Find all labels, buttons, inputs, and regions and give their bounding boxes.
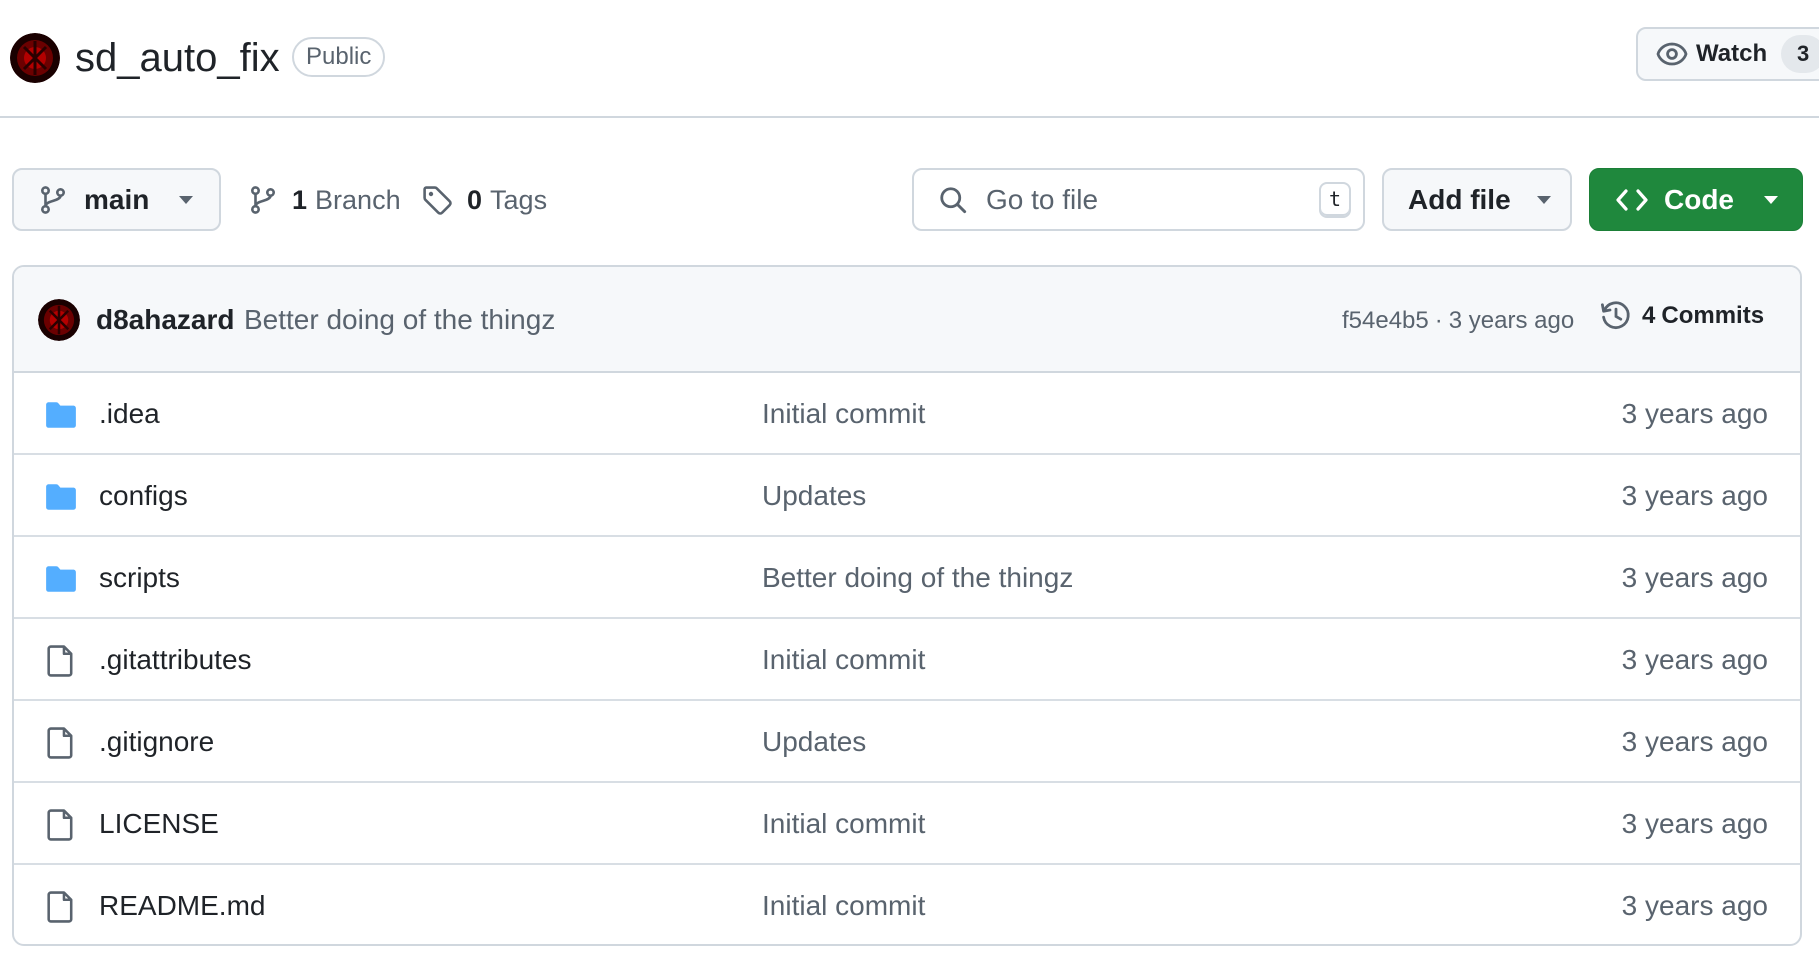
caret-down-icon bbox=[1762, 194, 1780, 206]
owner-avatar-icon bbox=[10, 33, 60, 83]
commits-link[interactable]: 4 Commits bbox=[1600, 300, 1764, 332]
commit-author[interactable]: d8ahazard bbox=[96, 303, 235, 337]
code-icon bbox=[1616, 186, 1648, 214]
commit-message[interactable]: Better doing of the thingz bbox=[244, 303, 555, 337]
folder-icon bbox=[44, 398, 78, 432]
git-branch-icon bbox=[248, 185, 278, 215]
owner-avatar[interactable] bbox=[10, 33, 60, 83]
file-row[interactable]: .gitignore Updates 3 years ago bbox=[14, 701, 1800, 783]
watch-label: Watch bbox=[1696, 40, 1768, 67]
folder-icon bbox=[44, 480, 78, 514]
branch-count: 1 bbox=[292, 184, 308, 215]
branch-label: main bbox=[84, 183, 150, 215]
branch-word: Branch bbox=[315, 184, 401, 215]
branch-selector[interactable]: main bbox=[12, 168, 221, 231]
visibility-badge: Public bbox=[292, 37, 386, 77]
file-name[interactable]: scripts bbox=[99, 561, 180, 595]
file-name[interactable]: configs bbox=[99, 479, 188, 513]
commits-word: Commits bbox=[1661, 302, 1765, 329]
go-to-file-input[interactable]: Go to file t bbox=[912, 168, 1365, 231]
file-icon bbox=[44, 890, 78, 924]
code-label: Code bbox=[1664, 183, 1734, 215]
repo-header: sd_auto_fix Public Watch 3 bbox=[0, 0, 1819, 118]
file-row[interactable]: README.md Initial commit 3 years ago bbox=[14, 865, 1800, 944]
file-icon bbox=[44, 644, 78, 678]
file-commit-message[interactable]: Better doing of the thingz bbox=[762, 561, 1073, 595]
file-row[interactable]: LICENSE Initial commit 3 years ago bbox=[14, 783, 1800, 865]
file-name[interactable]: README.md bbox=[99, 889, 265, 923]
tag-icon bbox=[421, 184, 453, 216]
file-icon bbox=[44, 808, 78, 842]
file-date: 3 years ago bbox=[1621, 726, 1768, 757]
file-row[interactable]: scripts Better doing of the thingz 3 yea… bbox=[14, 537, 1800, 619]
watch-button[interactable]: Watch 3 bbox=[1636, 27, 1819, 81]
tag-count: 0 bbox=[467, 184, 483, 215]
add-file-button[interactable]: Add file bbox=[1382, 168, 1572, 231]
commit-sha[interactable]: f54e4b5 bbox=[1342, 307, 1429, 334]
watch-count: 3 bbox=[1781, 35, 1819, 73]
file-date: 3 years ago bbox=[1621, 562, 1768, 593]
file-name[interactable]: .idea bbox=[99, 397, 160, 431]
tag-word: Tags bbox=[490, 184, 548, 215]
file-commit-message[interactable]: Updates bbox=[762, 725, 866, 759]
file-date: 3 years ago bbox=[1621, 644, 1768, 675]
history-icon bbox=[1600, 300, 1632, 332]
file-table: d8ahazard Better doing of the thingz f54… bbox=[12, 265, 1802, 946]
caret-down-icon bbox=[1535, 194, 1553, 206]
file-name[interactable]: .gitattributes bbox=[99, 643, 252, 677]
file-commit-message[interactable]: Initial commit bbox=[762, 889, 925, 923]
latest-commit-bar: d8ahazard Better doing of the thingz f54… bbox=[14, 267, 1800, 373]
file-name[interactable]: LICENSE bbox=[99, 807, 219, 841]
tags-link[interactable]: 0 Tags bbox=[421, 180, 547, 220]
commit-meta: f54e4b5 · 3 years ago bbox=[1342, 305, 1574, 337]
file-icon bbox=[44, 726, 78, 760]
file-name[interactable]: .gitignore bbox=[99, 725, 214, 759]
search-icon bbox=[938, 185, 968, 215]
author-avatar[interactable] bbox=[38, 299, 80, 341]
repo-name[interactable]: sd_auto_fix bbox=[75, 32, 280, 84]
shortcut-key: t bbox=[1319, 181, 1351, 218]
commit-separator: · bbox=[1434, 307, 1443, 334]
folder-icon bbox=[44, 562, 78, 596]
go-to-file-placeholder: Go to file bbox=[986, 183, 1099, 215]
git-branch-icon bbox=[38, 185, 68, 215]
file-row[interactable]: .idea Initial commit 3 years ago bbox=[14, 373, 1800, 455]
file-commit-message[interactable]: Initial commit bbox=[762, 643, 925, 677]
file-date: 3 years ago bbox=[1621, 890, 1768, 921]
caret-down-icon bbox=[177, 194, 195, 206]
file-date: 3 years ago bbox=[1621, 480, 1768, 511]
file-date: 3 years ago bbox=[1621, 398, 1768, 429]
file-date: 3 years ago bbox=[1621, 808, 1768, 839]
branches-link[interactable]: 1 Branch bbox=[248, 180, 401, 220]
commits-count: 4 bbox=[1642, 302, 1656, 329]
file-row[interactable]: configs Updates 3 years ago bbox=[14, 455, 1800, 537]
add-file-label: Add file bbox=[1408, 183, 1511, 215]
code-button[interactable]: Code bbox=[1589, 168, 1803, 231]
file-commit-message[interactable]: Initial commit bbox=[762, 397, 925, 431]
eye-icon bbox=[1656, 38, 1688, 70]
file-commit-message[interactable]: Initial commit bbox=[762, 807, 925, 841]
author-avatar-icon bbox=[38, 299, 80, 341]
file-row[interactable]: .gitattributes Initial commit 3 years ag… bbox=[14, 619, 1800, 701]
commit-time: 3 years ago bbox=[1448, 307, 1575, 334]
file-commit-message[interactable]: Updates bbox=[762, 479, 866, 513]
